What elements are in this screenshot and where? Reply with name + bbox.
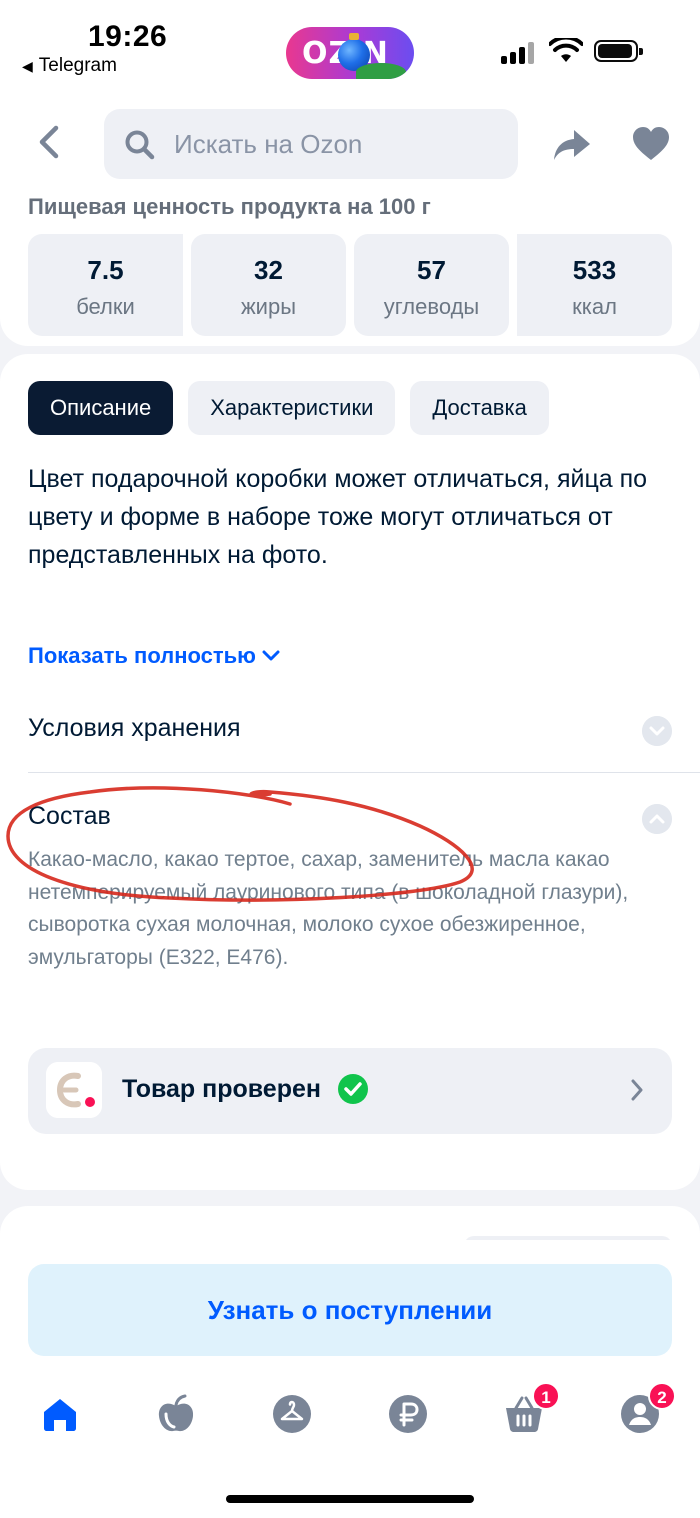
tab-characteristics[interactable]: Характеристики	[188, 381, 396, 435]
tab-delivery[interactable]: Доставка	[410, 381, 549, 435]
notify-when-available-button[interactable]: Узнать о поступлении	[28, 1264, 672, 1356]
home-icon[interactable]	[40, 1394, 80, 1434]
show-more-link[interactable]: Показать полностью	[28, 643, 280, 669]
profile-tab[interactable]: 2	[620, 1382, 676, 1434]
nutrition-label: углеводы	[383, 294, 480, 319]
home-indicator	[226, 1495, 474, 1503]
screen: 19:26 ◀ Telegram OZ N Искать на Ozon Пищ…	[0, 0, 700, 1518]
fresh-apple-icon[interactable]	[156, 1394, 196, 1434]
check-circle-icon	[338, 1074, 368, 1104]
verification-logo	[46, 1062, 102, 1118]
nutrition-value: 533	[572, 255, 617, 285]
search-box[interactable]	[104, 109, 518, 179]
tab-description[interactable]: Описание	[28, 381, 174, 435]
nutrition-label: белки	[76, 294, 135, 319]
storage-title: Условия хранения	[28, 714, 241, 742]
composition-title: Состав	[28, 802, 111, 830]
ruble-icon[interactable]	[388, 1394, 428, 1434]
accordion-storage[interactable]: Условия хранения	[28, 714, 700, 754]
description-card: Описание Характеристики Доставка Цвет по…	[0, 354, 700, 1190]
verified-product-banner[interactable]: Товар проверен	[28, 1048, 672, 1134]
search-input[interactable]	[174, 109, 504, 179]
back-arrow-icon[interactable]	[28, 118, 72, 166]
nutrition-value: 7.5	[87, 255, 124, 285]
share-icon[interactable]	[552, 124, 592, 164]
nutrition-cell-kcal: 533 ккал	[517, 234, 672, 336]
heart-icon[interactable]	[632, 126, 670, 162]
chevron-down-icon	[262, 650, 280, 661]
status-time: 19:26	[88, 20, 168, 53]
cart-badge: 1	[532, 1382, 560, 1410]
nutrition-cell-protein: 7.5 белки	[28, 234, 183, 336]
nutrition-cell-carbs: 57 углеводы	[354, 234, 509, 336]
profile-badge: 2	[648, 1382, 676, 1410]
divider	[28, 772, 700, 773]
nutrition-label: жиры	[240, 294, 297, 319]
search-icon	[125, 130, 155, 160]
nutrition-title: Пищевая ценность продукта на 100 г	[28, 194, 431, 219]
fir-branch-icon	[356, 63, 406, 79]
battery-icon	[594, 40, 643, 62]
nutrition-value: 32	[254, 255, 283, 285]
cart-tab[interactable]: 1	[504, 1382, 560, 1434]
composition-text: Какао-масло, какао тертое, сахар, замени…	[28, 848, 629, 969]
wifi-icon	[549, 38, 583, 62]
bottom-panel: Узнать о поступлении 1 2	[0, 1240, 700, 1518]
back-app-label: Telegram	[38, 55, 117, 76]
verified-label: Товар проверен	[122, 1075, 321, 1103]
chevron-down-icon[interactable]	[642, 716, 672, 746]
chevron-right-icon	[631, 1079, 643, 1101]
nutrition-grid: 7.5 белки 32 жиры 57 углеводы 533 ккал	[28, 234, 672, 336]
top-header	[0, 96, 700, 194]
cellular-signal-icon	[501, 42, 535, 64]
description-text: Цвет подарочной коробки может отличаться…	[28, 465, 648, 569]
back-triangle-icon: ◀	[22, 58, 33, 74]
accordion-composition[interactable]: Состав	[28, 802, 700, 842]
nutrition-cell-fat: 32 жиры	[191, 234, 346, 336]
back-to-app-link[interactable]: ◀ Telegram	[22, 55, 117, 77]
ozon-logo: OZ N	[286, 27, 414, 79]
status-bar: 19:26 ◀ Telegram OZ N	[0, 0, 700, 96]
show-more-label: Показать полностью	[28, 643, 256, 668]
clothes-hanger-icon[interactable]	[272, 1394, 312, 1434]
info-tabs: Описание Характеристики Доставка	[28, 381, 549, 435]
chevron-up-icon[interactable]	[642, 804, 672, 834]
bottom-tab-bar: 1 2	[0, 1380, 700, 1460]
nutrition-label: ккал	[572, 294, 617, 319]
nutrition-value: 57	[417, 255, 446, 285]
